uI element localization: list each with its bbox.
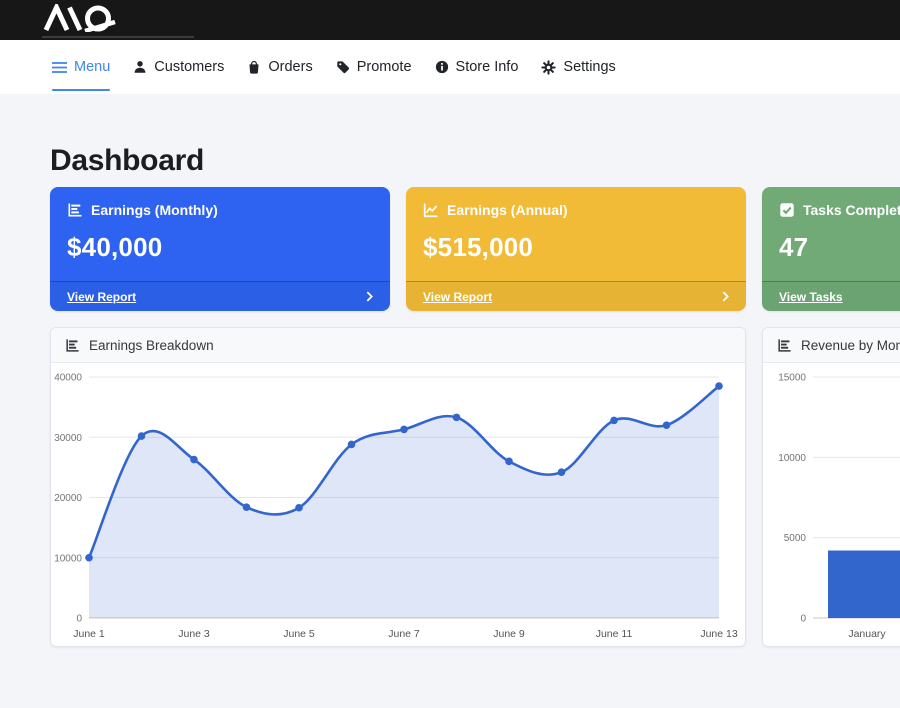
logo-icon [42,4,142,32]
gear-icon [541,60,556,75]
nav-label: Promote [357,59,412,75]
stat-card-value: $515,000 [423,232,729,263]
chart-bar-icon [65,338,80,353]
person-icon [133,60,147,74]
svg-text:June 3: June 3 [178,628,210,640]
menu-icon [52,61,67,74]
svg-text:30000: 30000 [54,433,82,444]
svg-text:40000: 40000 [54,373,82,384]
svg-text:January: January [848,628,886,640]
chart-bar-icon [777,338,792,353]
chart-header: Revenue by Month [763,328,900,363]
nav-item-settings[interactable]: Settings [541,40,615,94]
logo[interactable] [42,4,142,37]
chart-title: Revenue by Month [801,338,900,353]
nav-label: Menu [74,59,110,75]
stat-card-tasks-completed: Tasks Completed 47 View Tasks [762,187,900,311]
chevron-right-icon[interactable] [722,291,729,302]
bag-icon [247,60,261,74]
chart-line-icon [423,202,439,218]
revenue-by-month-card: Revenue by Month 0 5000 10000 15000 January [762,327,900,647]
stat-card-footer: View Report [50,281,390,311]
main-nav: Menu Customers Orders Promote Store Info [0,40,900,94]
stat-card-title: Earnings (Monthly) [91,202,218,218]
nav-label: Settings [563,59,615,75]
svg-text:20000: 20000 [54,493,82,504]
svg-text:June 1: June 1 [73,628,105,640]
svg-text:10000: 10000 [778,453,806,464]
svg-text:June 13: June 13 [700,628,738,640]
chart-title: Earnings Breakdown [89,338,214,353]
svg-text:June 7: June 7 [388,628,420,640]
nav-item-promote[interactable]: Promote [336,40,412,94]
info-icon [435,60,449,74]
chart-bar-icon [67,202,83,218]
svg-text:0: 0 [76,614,82,625]
chevron-right-icon[interactable] [366,291,373,302]
nav-item-orders[interactable]: Orders [247,40,312,94]
svg-text:10000: 10000 [54,553,82,564]
stat-card-earnings-annual: Earnings (Annual) $515,000 View Report [406,187,746,311]
page-title: Dashboard [50,144,900,178]
nav-label: Orders [268,59,312,75]
stat-card-title: Earnings (Annual) [447,202,568,218]
charts-row: Earnings Breakdown 0 10000 20000 30000 40000… [50,327,900,647]
revenue-by-month-plot: 0 5000 10000 15000 January [763,363,900,646]
check-square-icon [779,202,795,218]
nav-item-menu[interactable]: Menu [52,40,110,94]
top-header [0,0,900,40]
earnings-breakdown-card: Earnings Breakdown 0 10000 20000 30000 40000… [50,327,746,647]
nav-item-store-info[interactable]: Store Info [435,40,519,94]
stat-card-value: $40,000 [67,232,373,263]
nav-item-customers[interactable]: Customers [133,40,224,94]
view-report-link[interactable]: View Report [67,290,136,304]
svg-text:5000: 5000 [784,533,807,544]
view-report-link[interactable]: View Report [423,290,492,304]
logo-underline [42,36,194,38]
earnings-breakdown-plot: 0 10000 20000 30000 40000 June 1 June 3 June 5 J… [51,363,745,646]
tag-icon [336,60,350,74]
nav-label: Customers [154,59,224,75]
svg-text:15000: 15000 [778,373,806,384]
svg-text:0: 0 [800,614,806,625]
main-content: Dashboard Earnings (Monthly) $40,000 Vie… [50,144,900,647]
stat-card-footer: View Tasks [762,281,900,311]
svg-text:June 5: June 5 [283,628,315,640]
svg-text:June 9: June 9 [493,628,525,640]
svg-text:June 11: June 11 [596,628,633,640]
stat-cards-row: Earnings (Monthly) $40,000 View Report [50,187,900,311]
view-tasks-link[interactable]: View Tasks [779,290,843,304]
stat-card-title: Tasks Completed [803,202,900,218]
stat-card-value: 47 [779,232,900,263]
stat-card-earnings-monthly: Earnings (Monthly) $40,000 View Report [50,187,390,311]
chart-header: Earnings Breakdown [51,328,745,363]
stat-card-footer: View Report [406,281,746,311]
nav-label: Store Info [456,59,519,75]
